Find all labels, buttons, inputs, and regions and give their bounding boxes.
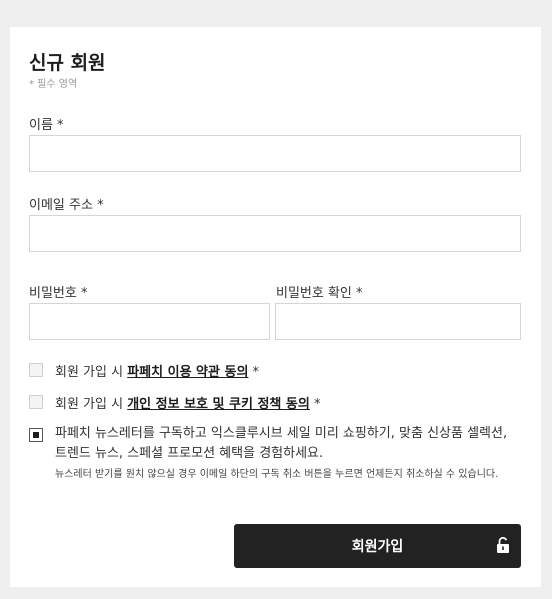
- newsletter-subtext: 뉴스레터 받기를 원치 않으실 경우 이메일 하단의 구독 취소 버튼을 누르면…: [55, 469, 499, 480]
- password-label: 비밀번호 *: [29, 286, 88, 301]
- email-label: 이메일 주소 *: [29, 198, 104, 213]
- terms-consent-row: 회원 가입 시 파페치 이용 약관 동의 *: [29, 361, 509, 381]
- name-input[interactable]: [29, 135, 521, 172]
- newsletter-consent-row: 파페치 뉴스레터를 구독하고 익스클루시브 세일 미리 쇼핑하기, 맞춤 신상품…: [29, 424, 524, 504]
- required-note: * 필수 영역: [29, 79, 78, 90]
- password-confirm-input[interactable]: [275, 303, 521, 340]
- newsletter-text: 파페치 뉴스레터를 구독하고 익스클루시브 세일 미리 쇼핑하기, 맞춤 신상품…: [55, 426, 508, 461]
- password-confirm-label: 비밀번호 확인 *: [276, 286, 363, 301]
- privacy-checkbox[interactable]: [29, 395, 43, 409]
- page-title: 신규 회원: [29, 52, 106, 74]
- terms-required-mark: *: [248, 365, 260, 380]
- terms-prefix: 회원 가입 시: [55, 365, 128, 380]
- newsletter-checkbox[interactable]: [29, 428, 43, 442]
- email-input[interactable]: [29, 215, 521, 252]
- signup-button[interactable]: 회원가입: [234, 524, 521, 568]
- privacy-prefix: 회원 가입 시: [55, 397, 128, 412]
- privacy-consent-row: 회원 가입 시 개인 정보 보호 및 쿠키 정책 동의 *: [29, 393, 509, 413]
- terms-consent-text: 회원 가입 시 파페치 이용 약관 동의 *: [55, 361, 259, 380]
- privacy-consent-text: 회원 가입 시 개인 정보 보호 및 쿠키 정책 동의 *: [55, 393, 320, 412]
- name-label: 이름 *: [29, 118, 64, 133]
- signup-button-label: 회원가입: [351, 539, 404, 555]
- terms-checkbox[interactable]: [29, 363, 43, 377]
- terms-link[interactable]: 파페치 이용 약관 동의: [127, 365, 248, 380]
- privacy-required-mark: *: [309, 397, 321, 412]
- privacy-link[interactable]: 개인 정보 보호 및 쿠키 정책 동의: [127, 397, 310, 412]
- signup-card: 신규 회원 * 필수 영역 이름 * 이메일 주소 * 비밀번호 * 비밀번호 …: [10, 27, 541, 587]
- password-input[interactable]: [29, 303, 270, 340]
- unlock-icon: [497, 536, 509, 553]
